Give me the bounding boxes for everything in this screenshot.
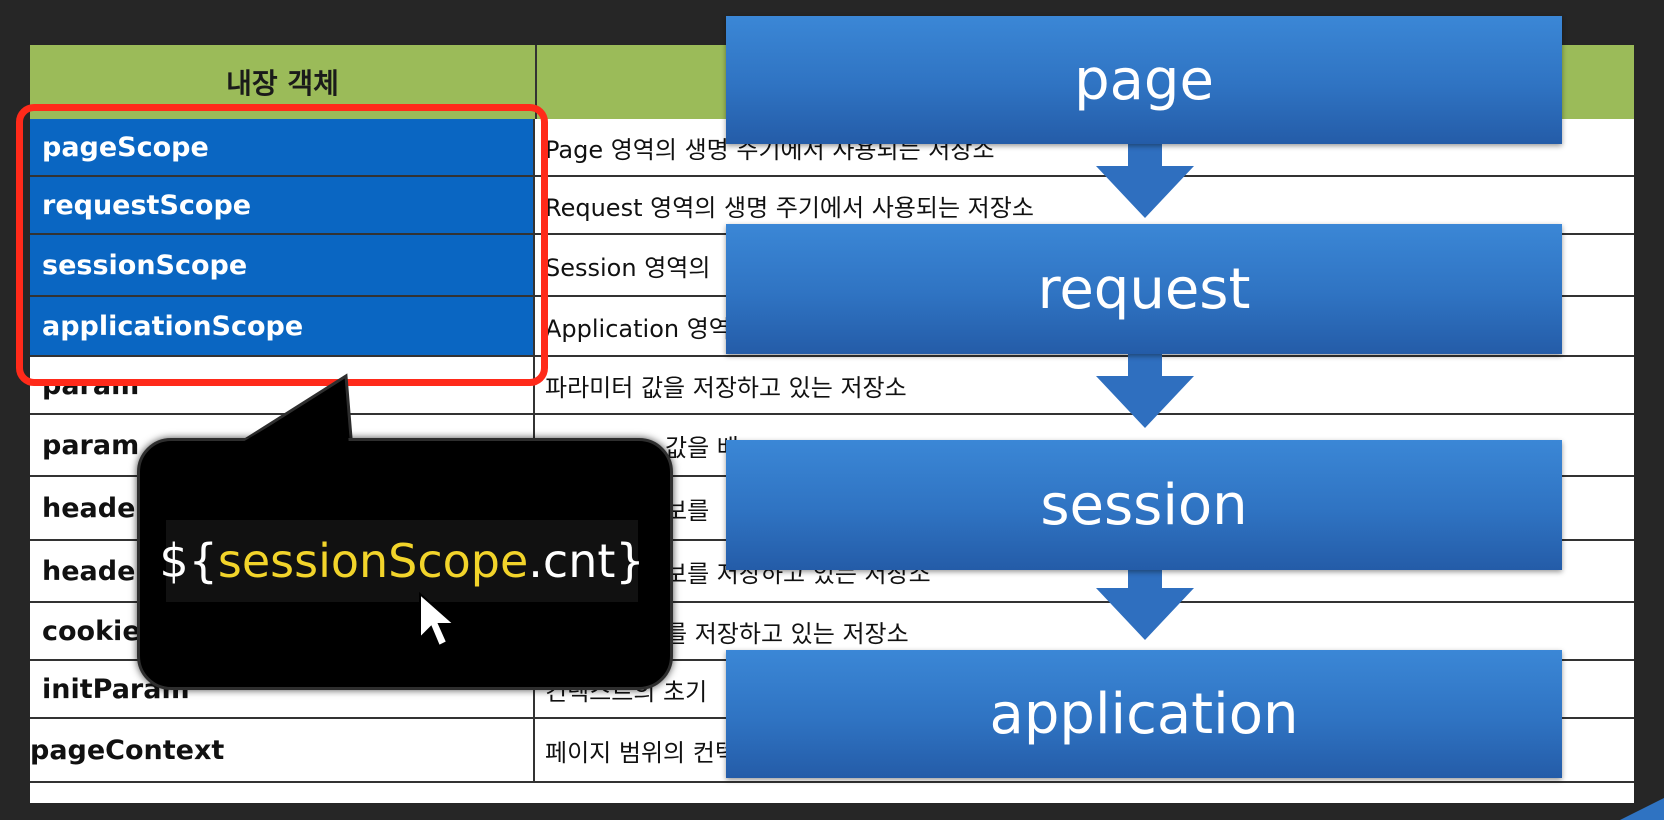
corner-logo-fragment: [1620, 798, 1664, 820]
flow-box-session: session: [726, 440, 1562, 570]
mouse-pointer-icon: [419, 592, 457, 648]
flow-box-request: request: [726, 224, 1562, 354]
expr-scope-key: sessionScope: [217, 534, 529, 588]
expr-prefix: ${: [159, 534, 218, 588]
down-arrow-icon: [1096, 562, 1194, 640]
down-arrow-icon: [1096, 350, 1194, 428]
row-name: pageContext: [30, 719, 535, 781]
el-expression: ${sessionScope .cnt}: [159, 520, 645, 602]
expr-suffix: .cnt}: [528, 534, 645, 588]
flow-box-application: application: [726, 650, 1562, 778]
flow-box-page: page: [726, 16, 1562, 144]
down-arrow-icon: [1096, 140, 1194, 218]
scope-highlight-frame: [16, 104, 548, 386]
row-desc: 파라미터 값을 저장하고 있는 저장소: [545, 373, 907, 402]
